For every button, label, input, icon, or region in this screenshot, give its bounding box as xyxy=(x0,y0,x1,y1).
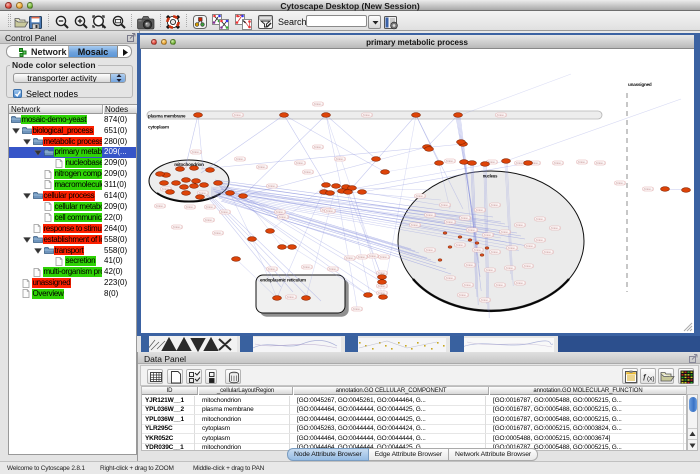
svg-text:(Unkno..): (Unkno..) xyxy=(380,255,389,259)
svg-text:(Unkno..): (Unkno..) xyxy=(416,194,425,198)
svg-text:(Unkno..): (Unkno..) xyxy=(501,230,510,234)
svg-text:(Unkno..): (Unkno..) xyxy=(554,161,563,165)
svg-text:(Unkno..): (Unkno..) xyxy=(336,157,345,161)
svg-text:nucleus: nucleus xyxy=(483,174,498,179)
svg-text:(Unkno..): (Unkno..) xyxy=(303,265,312,269)
svg-text:(Unkno..): (Unkno..) xyxy=(497,113,506,117)
svg-text:(Unkno..): (Unkno..) xyxy=(426,213,435,217)
svg-text:endoplasmic reticulum: endoplasmic reticulum xyxy=(260,278,306,283)
svg-text:(Unkno..): (Unkno..) xyxy=(481,298,490,302)
svg-text:(Unkno..): (Unkno..) xyxy=(234,113,243,117)
svg-text:(Unkno..): (Unkno..) xyxy=(484,233,493,237)
svg-text:(Unkno..): (Unkno..) xyxy=(578,160,587,164)
svg-text:(Unkno..): (Unkno..) xyxy=(156,204,165,208)
svg-text:(Unkno..): (Unkno..) xyxy=(506,266,515,270)
svg-text:(Unkno..): (Unkno..) xyxy=(491,203,500,207)
svg-text:(Unkno..): (Unkno..) xyxy=(304,170,313,174)
svg-text:(Unkno..): (Unkno..) xyxy=(268,267,277,271)
svg-text:(Unkno..): (Unkno..) xyxy=(441,203,450,207)
svg-text:(Unkno..): (Unkno..) xyxy=(279,215,288,219)
svg-text:(Unkno..): (Unkno..) xyxy=(496,283,505,287)
svg-text:(Unkno..): (Unkno..) xyxy=(616,181,625,185)
svg-text:(Unkno..): (Unkno..) xyxy=(221,210,230,214)
svg-text:(Unkno..): (Unkno..) xyxy=(426,248,435,252)
svg-text:(Unkno..): (Unkno..) xyxy=(268,184,277,188)
svg-text:(Unkno..): (Unkno..) xyxy=(464,283,473,287)
svg-text:(Unkno..): (Unkno..) xyxy=(358,255,367,259)
svg-text:(Unkno..): (Unkno..) xyxy=(459,293,468,297)
svg-text:mitochondrion: mitochondrion xyxy=(174,162,204,167)
svg-text:plasma membrane: plasma membrane xyxy=(148,114,186,119)
svg-text:(Unkno..): (Unkno..) xyxy=(466,263,475,267)
svg-text:(Unkno..): (Unkno..) xyxy=(326,209,335,213)
svg-text:(Unkno..): (Unkno..) xyxy=(258,165,267,169)
svg-text:(Unkno..): (Unkno..) xyxy=(456,243,465,247)
svg-text:(Unkno..): (Unkno..) xyxy=(192,150,201,154)
svg-text:(Unkno..): (Unkno..) xyxy=(536,238,545,242)
svg-text:(Unkno..): (Unkno..) xyxy=(236,157,245,161)
svg-text:(Unkno..): (Unkno..) xyxy=(516,223,525,227)
svg-text:(Unkno..): (Unkno..) xyxy=(544,250,553,254)
svg-text:(Unkno..): (Unkno..) xyxy=(276,210,285,214)
svg-text:(Unkno..): (Unkno..) xyxy=(526,244,535,248)
svg-text:(Unkno..): (Unkno..) xyxy=(468,228,477,232)
svg-text:(Unkno..): (Unkno..) xyxy=(524,264,533,268)
svg-text:(Unkno..): (Unkno..) xyxy=(353,307,362,311)
svg-text:(Unkno..): (Unkno..) xyxy=(214,231,223,235)
svg-text:(Unkno..): (Unkno..) xyxy=(486,268,495,272)
svg-text:(Unkno..): (Unkno..) xyxy=(363,113,372,117)
svg-text:(Unkno..): (Unkno..) xyxy=(474,248,483,252)
svg-text:(Unkno..): (Unkno..) xyxy=(446,220,455,224)
svg-text:(Unkno..): (Unkno..) xyxy=(508,246,517,250)
svg-text:(Unkno..): (Unkno..) xyxy=(296,161,305,165)
svg-text:(Unkno..): (Unkno..) xyxy=(205,218,214,222)
svg-text:(Unkno..): (Unkno..) xyxy=(314,102,323,106)
svg-text:(Unkno..): (Unkno..) xyxy=(411,223,420,227)
svg-text:(Unkno..): (Unkno..) xyxy=(173,225,182,229)
svg-text:(Unkno..): (Unkno..) xyxy=(329,267,338,271)
svg-text:(Unkno..): (Unkno..) xyxy=(461,216,470,220)
svg-text:(Unkno..): (Unkno..) xyxy=(446,276,455,280)
svg-text:(Unkno..): (Unkno..) xyxy=(596,161,605,165)
svg-text:(Unkno..): (Unkno..) xyxy=(369,254,378,258)
svg-text:(Unkno..): (Unkno..) xyxy=(314,145,323,149)
svg-text:(Unkno..): (Unkno..) xyxy=(536,217,545,221)
svg-text:(Unkno..): (Unkno..) xyxy=(446,159,455,163)
svg-text:unassigned: unassigned xyxy=(628,82,652,87)
svg-text:(x): (x) xyxy=(647,376,655,383)
svg-text:cytoplasm: cytoplasm xyxy=(148,125,169,130)
svg-text:(Unkno..): (Unkno..) xyxy=(206,205,215,209)
svg-text:(Unkno..): (Unkno..) xyxy=(644,187,653,191)
svg-text:(Unkno..): (Unkno..) xyxy=(346,256,355,260)
svg-text:(Unkno..): (Unkno..) xyxy=(551,226,560,230)
svg-text:(Unkno..): (Unkno..) xyxy=(491,250,500,254)
svg-text:(Unkno..): (Unkno..) xyxy=(287,295,296,299)
svg-text:(Unkno..): (Unkno..) xyxy=(186,205,195,209)
svg-text:(Unkno..): (Unkno..) xyxy=(476,208,485,212)
svg-text:(Unkno..): (Unkno..) xyxy=(516,281,525,285)
svg-text:(Unkno..): (Unkno..) xyxy=(378,284,387,288)
